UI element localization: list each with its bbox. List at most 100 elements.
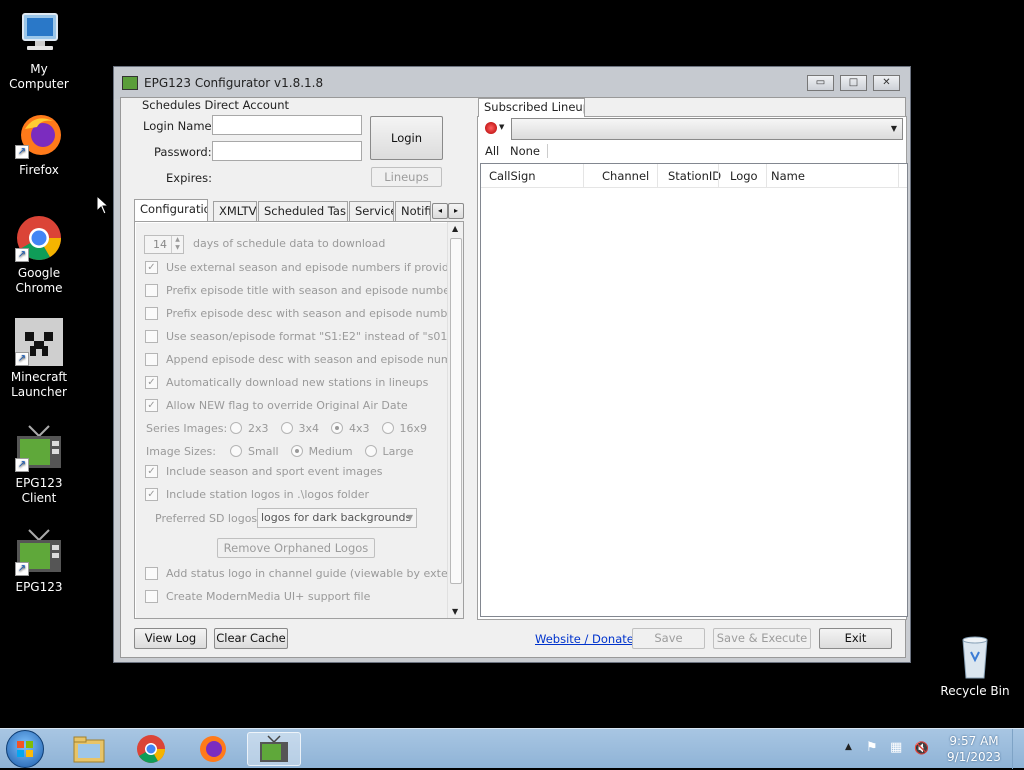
desktop-icon-epg123[interactable]: ↗ EPG123: [1, 528, 77, 595]
desktop-icon-my-computer[interactable]: My Computer: [1, 10, 77, 92]
option-auto-download-stations[interactable]: ✓ Automatically download new stations in …: [145, 373, 428, 391]
checkbox-checked[interactable]: ✓: [145, 487, 158, 501]
option-label: Allow NEW flag to override Original Air …: [166, 398, 408, 412]
scrollbar-thumb[interactable]: [450, 238, 462, 584]
record-dropdown-icon[interactable]: ▼: [499, 123, 504, 131]
checkbox[interactable]: [145, 566, 158, 580]
checkbox[interactable]: [145, 283, 158, 297]
checkbox-checked[interactable]: ✓: [145, 375, 158, 389]
image-sizes-label: Image Sizes:: [146, 444, 216, 458]
option-season-episode-format[interactable]: Use season/episode format "S1:E2" instea…: [145, 327, 463, 345]
preferred-logos-select[interactable]: logos for dark backgrounds ▼: [257, 508, 417, 528]
password-label: Password:: [154, 145, 212, 159]
exit-button[interactable]: Exit: [819, 628, 892, 649]
volume-muted-icon[interactable]: 🔇: [914, 740, 930, 756]
action-center-flag-icon[interactable]: ⚑: [866, 740, 882, 756]
scroll-up-icon[interactable]: ▲: [452, 224, 458, 233]
checkbox[interactable]: [145, 589, 158, 603]
checkbox[interactable]: [145, 329, 158, 343]
days-spinner[interactable]: 14 ▲ ▼: [144, 235, 184, 254]
radio-series-3x4[interactable]: [280, 422, 293, 434]
taskbar-explorer-button[interactable]: [62, 732, 116, 766]
tab-notifications[interactable]: Notific: [395, 201, 431, 221]
tab-scheduled-task[interactable]: Scheduled Task: [258, 201, 348, 221]
show-desktop-button[interactable]: [1012, 729, 1024, 769]
option-use-external-season[interactable]: ✓ Use external season and episode numbers…: [145, 258, 463, 276]
tab-scroll-right-button[interactable]: ▸: [448, 203, 464, 219]
show-hidden-icons-icon[interactable]: ▲: [845, 742, 852, 752]
clock-time: 9:57 AM: [949, 734, 999, 748]
password-input[interactable]: [212, 141, 362, 161]
login-button[interactable]: Login: [370, 116, 443, 160]
preferred-logos-value: logos for dark backgrounds: [261, 511, 412, 524]
taskbar-epg123-button[interactable]: [247, 732, 301, 766]
website-donate-link[interactable]: Website / Donate: [535, 632, 634, 646]
option-prefix-desc[interactable]: Prefix episode desc with season and epis…: [145, 304, 463, 322]
checkbox[interactable]: [145, 352, 158, 366]
select-all-link[interactable]: All: [485, 144, 499, 158]
config-scrollbar[interactable]: ▲ ▼: [447, 222, 463, 618]
option-label: Use external season and episode numbers …: [166, 260, 463, 274]
tab-configuration[interactable]: Configuration: [134, 199, 208, 221]
taskbar-chrome-button[interactable]: [124, 732, 178, 766]
lineups-button[interactable]: Lineups: [371, 167, 442, 187]
maximize-button[interactable]: □: [840, 75, 867, 91]
radio-series-16x9[interactable]: [381, 422, 394, 434]
lineup-select[interactable]: ▼: [511, 118, 903, 140]
checkbox-checked[interactable]: ✓: [145, 260, 158, 274]
desktop-icon-label: Recycle Bin: [940, 684, 1010, 698]
column-name[interactable]: Name: [771, 169, 805, 183]
tab-strip: Configuration XMLTV Scheduled Task Servi…: [134, 199, 464, 223]
minimize-button[interactable]: ▭: [807, 75, 834, 91]
tab-subscribed-lineups[interactable]: Subscribed Lineups: [478, 98, 585, 117]
option-include-station-logos[interactable]: ✓ Include station logos in .\logos folder: [145, 485, 369, 503]
tab-service[interactable]: Service: [349, 201, 394, 221]
close-button[interactable]: ✕: [873, 75, 900, 91]
view-log-button[interactable]: View Log: [134, 628, 207, 649]
checkbox[interactable]: [145, 306, 158, 320]
column-divider: [898, 164, 899, 187]
option-include-season-sport[interactable]: ✓ Include season and sport event images: [145, 462, 383, 480]
column-channel[interactable]: Channel: [602, 169, 649, 183]
save-execute-button[interactable]: Save & Execute: [713, 628, 811, 649]
tab-xmltv[interactable]: XMLTV: [213, 201, 257, 221]
radio-series-4x3[interactable]: [331, 422, 344, 434]
shortcut-arrow-icon: ↗: [15, 145, 29, 159]
desktop-icon-google-chrome[interactable]: ↗ Google Chrome: [1, 214, 77, 296]
window-titlebar[interactable]: EPG123 Configurator v1.8.1.8: [114, 67, 910, 99]
checkbox-checked[interactable]: ✓: [145, 398, 158, 412]
remove-orphaned-logos-button[interactable]: Remove Orphaned Logos: [217, 538, 375, 558]
radio-size-large[interactable]: [364, 445, 377, 457]
radio-size-small[interactable]: [230, 445, 242, 457]
radio-series-2x3[interactable]: [230, 422, 242, 434]
radio-size-medium[interactable]: [290, 445, 303, 457]
select-none-link[interactable]: None: [510, 144, 540, 158]
login-name-input[interactable]: [212, 115, 362, 135]
option-allow-new-flag[interactable]: ✓ Allow NEW flag to override Original Air…: [145, 396, 408, 414]
desktop-icon-label: EPG123: [15, 580, 63, 594]
start-button[interactable]: [6, 730, 44, 768]
option-append-desc[interactable]: Append episode desc with season and epis…: [145, 350, 463, 368]
desktop-icon-recycle-bin[interactable]: Recycle Bin: [937, 632, 1013, 699]
desktop-icon-minecraft-launcher[interactable]: ↗ Minecraft Launcher: [1, 318, 77, 400]
option-prefix-title[interactable]: Prefix episode title with season and epi…: [145, 281, 460, 299]
save-button[interactable]: Save: [632, 628, 705, 649]
tab-scroll-left-button[interactable]: ◂: [432, 203, 448, 219]
clear-cache-button[interactable]: Clear Cache: [214, 628, 288, 649]
taskbar-firefox-button[interactable]: [186, 732, 240, 766]
chevron-down-icon: ▼: [406, 513, 413, 522]
network-icon[interactable]: ▦: [890, 740, 906, 756]
days-value: 14: [153, 238, 167, 251]
column-stationid[interactable]: StationID: [668, 169, 721, 183]
record-icon[interactable]: [485, 122, 497, 134]
checkbox-checked[interactable]: ✓: [145, 464, 158, 478]
clock[interactable]: 9:57 AM 9/1/2023: [942, 733, 1006, 765]
scroll-down-icon[interactable]: ▼: [452, 607, 458, 616]
option-add-status-logo[interactable]: Add status logo in channel guide (viewab…: [145, 564, 463, 582]
desktop-icon-firefox[interactable]: ↗ Firefox: [1, 111, 77, 178]
app-tv-icon: [122, 76, 138, 90]
desktop-icon-epg123-client[interactable]: ↗ EPG123 Client: [1, 424, 77, 506]
option-create-modern-media[interactable]: Create ModernMedia UI+ support file: [145, 587, 370, 605]
column-callsign[interactable]: CallSign: [489, 169, 536, 183]
column-logo[interactable]: Logo: [730, 169, 758, 183]
